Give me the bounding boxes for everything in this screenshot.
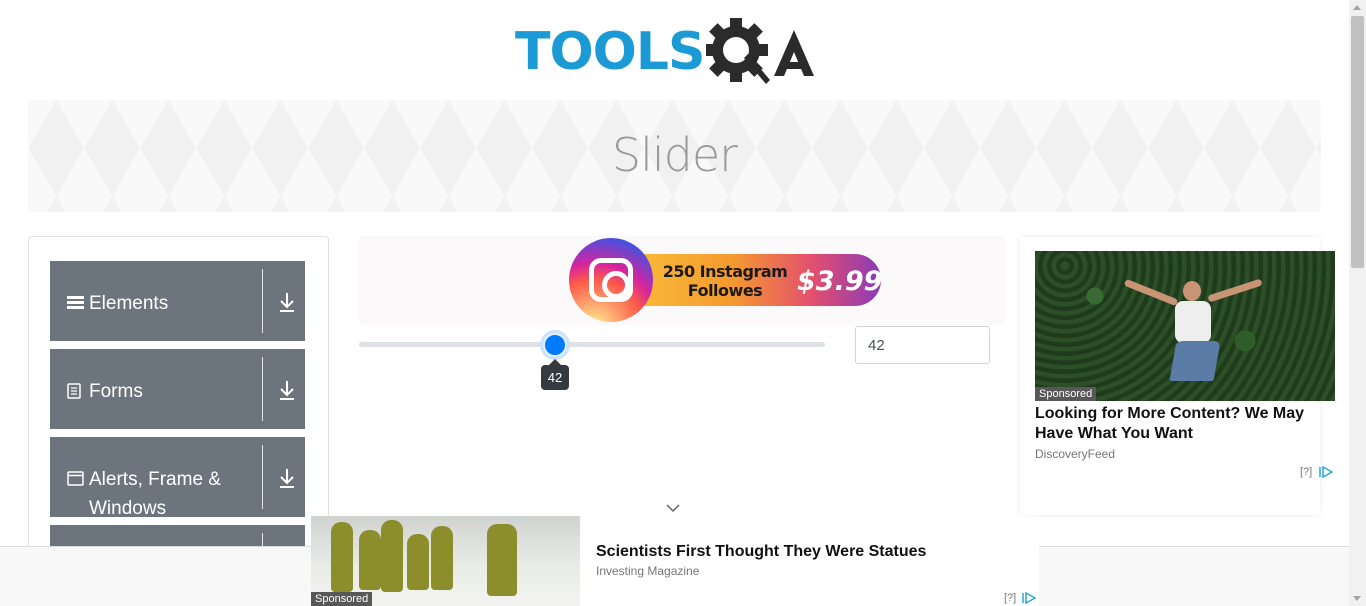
chevron-down-icon[interactable] <box>666 501 680 515</box>
ad-info-link[interactable]: [?] <box>1300 466 1312 478</box>
ad-info-link[interactable]: [?] <box>1004 592 1016 604</box>
window-icon <box>67 471 84 491</box>
ad-source[interactable]: DiscoveryFeed <box>1035 447 1115 461</box>
sidebar-group-forms[interactable]: Forms <box>50 349 305 429</box>
form-icon <box>67 383 81 404</box>
scroll-up-arrow-icon[interactable] <box>1353 5 1361 10</box>
page-title: Slider <box>611 128 738 182</box>
promo-text: 250 Instagram Followes <box>661 262 789 300</box>
sponsored-label: Sponsored <box>1035 387 1097 401</box>
download-arrow-icon[interactable] <box>278 379 296 401</box>
range-slider-thumb[interactable] <box>542 333 567 357</box>
sidebar-group-elements[interactable]: Elements <box>50 261 305 341</box>
toolsqa-logo[interactable]: TOOLS <box>515 14 818 90</box>
sidebar-group-label: Elements <box>89 293 169 314</box>
instagram-promo-ad[interactable]: 250 Instagram Followes $3.99 <box>569 238 883 322</box>
range-slider-track[interactable] <box>359 342 825 347</box>
slider-value-input[interactable] <box>855 326 990 364</box>
sidebar-group-label: Alerts, Frame & Windows <box>89 469 221 519</box>
promo-line-2: Followes <box>687 281 763 300</box>
divider <box>262 445 263 509</box>
divider <box>262 269 263 333</box>
divider <box>262 357 263 421</box>
scrollbar-thumb[interactable] <box>1351 16 1364 268</box>
page-banner: Slider <box>28 100 1321 212</box>
logo-a-glyph <box>774 30 815 76</box>
ad-source[interactable]: Investing Magazine <box>596 564 699 578</box>
download-arrow-icon[interactable] <box>278 467 296 489</box>
logo-tools-text: TOOLS <box>515 22 705 82</box>
sponsored-label: Sponsored <box>311 592 373 606</box>
promo-line-1: 250 Instagram <box>662 262 788 281</box>
adchoices-icon[interactable] <box>1022 592 1036 604</box>
ad-headline[interactable]: Scientists First Thought They Were Statu… <box>596 543 926 561</box>
adchoices-icon[interactable] <box>1319 466 1333 478</box>
promo-price: $3.99 <box>797 266 883 297</box>
ad-headline[interactable]: Looking for More Content? We May Have Wh… <box>1035 404 1325 444</box>
instagram-icon <box>569 238 653 322</box>
sidebar-group-label: Forms <box>89 381 143 402</box>
sidebar-group-alerts-frame-windows[interactable]: Alerts, Frame & Windows <box>50 437 305 519</box>
slider-value-tooltip: 42 <box>540 359 570 390</box>
download-arrow-icon[interactable] <box>278 291 296 313</box>
page-scrollbar[interactable] <box>1349 0 1366 606</box>
gear-icon <box>706 18 771 84</box>
menu-icon <box>67 295 84 315</box>
scroll-down-arrow-icon[interactable] <box>1353 596 1361 601</box>
ad-image-jumping-man[interactable] <box>1035 251 1335 401</box>
site-header: TOOLS <box>0 0 1349 100</box>
